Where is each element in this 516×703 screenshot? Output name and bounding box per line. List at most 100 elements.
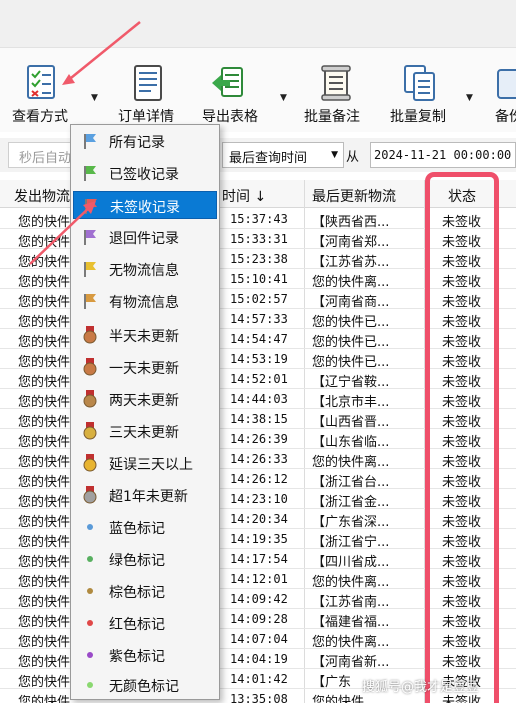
time-cell: 14:53:19 — [230, 352, 288, 366]
export-table-label: 导出表格 — [202, 109, 258, 125]
medal-icon — [83, 486, 97, 504]
time-field-select[interactable]: 最后查询时间 ▼ — [222, 142, 344, 168]
col-header-time[interactable]: 时间 ↓ — [222, 186, 266, 206]
backup-label: 备份 — [495, 109, 516, 125]
sender-cell: 您的快件 — [18, 435, 70, 450]
last-update-cell: 【江苏省南... — [312, 595, 390, 610]
menu-item-label: 所有记录 — [109, 135, 165, 151]
view-mode-menu: 所有记录已签收记录未签收记录退回件记录无物流信息有物流信息半天未更新一天未更新两… — [70, 124, 220, 700]
menu-item[interactable]: 未签收记录 — [73, 191, 217, 219]
flag-icon — [84, 294, 96, 309]
chevron-down-icon[interactable]: ▼ — [280, 93, 287, 103]
sender-cell: 您的快件 — [18, 315, 70, 330]
sender-cell: 您的快件 — [18, 295, 70, 310]
menu-item[interactable]: 无颜色标记 — [73, 671, 217, 699]
sender-cell: 您的快件 — [18, 455, 70, 470]
time-cell: 14:12:01 — [230, 572, 288, 586]
medal-icon — [83, 422, 97, 440]
sender-cell: 您的快件 — [18, 495, 70, 510]
last-update-cell: 您的快件离... — [312, 275, 390, 290]
menu-item[interactable]: 两天未更新 — [73, 385, 217, 413]
menu-item-label: 延误三天以上 — [109, 457, 193, 473]
backup-button[interactable]: 备份 — [490, 48, 516, 132]
last-update-cell: 【河南省郑... — [312, 235, 390, 250]
scroll-icon — [321, 65, 351, 101]
checklist-icon — [27, 65, 55, 99]
menu-item[interactable]: 棕色标记 — [73, 577, 217, 605]
menu-item-label: 半天未更新 — [109, 329, 179, 345]
batch-copy-button[interactable]: 批量复制 ▼ — [386, 48, 478, 132]
medal-icon — [83, 326, 97, 344]
sender-cell: 您的快件 — [18, 275, 70, 290]
time-cell: 15:10:41 — [230, 272, 288, 286]
menu-item[interactable]: 延误三天以上 — [73, 449, 217, 477]
export-table-button[interactable]: 导出表格 ▼ — [198, 48, 294, 132]
chevron-down-icon[interactable]: ▼ — [466, 93, 473, 103]
menu-item[interactable]: 退回件记录 — [73, 223, 217, 251]
menu-item[interactable]: 蓝色标记 — [73, 513, 217, 541]
dot-icon — [87, 620, 93, 626]
menu-item[interactable]: 红色标记 — [73, 609, 217, 637]
menu-item[interactable]: 绿色标记 — [73, 545, 217, 573]
time-cell: 14:44:03 — [230, 392, 288, 406]
time-cell: 14:09:42 — [230, 592, 288, 606]
order-detail-button[interactable]: 订单详情 — [112, 48, 192, 132]
document-icon — [134, 65, 162, 101]
flag-icon — [84, 262, 96, 277]
time-cell: 14:01:42 — [230, 672, 288, 686]
last-update-cell: 您的快件离... — [312, 635, 390, 650]
dot-icon — [87, 524, 93, 530]
toolbar: 查看方式 ▼ 订单详情 导出表格 ▼ 批量备注 批量复制 ▼ 备 — [0, 48, 516, 132]
last-update-cell: 【陕西省西... — [312, 215, 390, 230]
menu-item-label: 有物流信息 — [109, 295, 179, 311]
menu-item-label: 红色标记 — [109, 617, 165, 633]
sender-cell: 您的快件 — [18, 575, 70, 590]
batch-note-button[interactable]: 批量备注 — [300, 48, 376, 132]
chevron-down-icon: ▼ — [331, 150, 338, 160]
sender-cell: 您的快件 — [18, 595, 70, 610]
sender-cell: 您的快件 — [18, 655, 70, 670]
time-cell: 14:52:01 — [230, 372, 288, 386]
last-update-cell: 【北京市丰... — [312, 395, 390, 410]
col-header-sender[interactable]: 发出物流 — [14, 186, 70, 206]
menu-item[interactable]: 有物流信息 — [73, 287, 217, 315]
time-cell: 14:54:47 — [230, 332, 288, 346]
menu-item-label: 超1年未更新 — [109, 489, 188, 505]
menu-item[interactable]: 超1年未更新 — [73, 481, 217, 509]
medal-icon — [83, 390, 97, 408]
time-cell: 14:20:34 — [230, 512, 288, 526]
last-update-cell: 【山东省临... — [312, 435, 390, 450]
from-label: 从 — [346, 150, 360, 165]
time-cell: 14:26:39 — [230, 432, 288, 446]
date-from-input[interactable]: 2024-11-21 00:00:00 — [370, 142, 516, 168]
menu-item[interactable]: 三天未更新 — [73, 417, 217, 445]
col-header-last-update[interactable]: 最后更新物流 — [312, 186, 396, 206]
menu-item[interactable]: 一天未更新 — [73, 353, 217, 381]
sender-cell: 您的快件 — [18, 255, 70, 270]
last-update-cell: 【广东省深... — [312, 515, 390, 530]
menu-item[interactable]: 无物流信息 — [73, 255, 217, 283]
sender-cell: 您的快件 — [18, 615, 70, 630]
menu-item[interactable]: 半天未更新 — [73, 321, 217, 349]
time-cell: 15:33:31 — [230, 232, 288, 246]
chevron-down-icon[interactable]: ▼ — [91, 93, 98, 103]
copy-icon — [404, 65, 435, 101]
last-update-cell: 【浙江省台... — [312, 475, 390, 490]
menu-item-label: 未签收记录 — [110, 200, 180, 216]
menu-item-label: 无物流信息 — [109, 263, 179, 279]
refresh-seconds-input[interactable]: 秒后自动 — [8, 142, 72, 168]
menu-item[interactable]: 紫色标记 — [73, 641, 217, 669]
time-cell: 14:26:33 — [230, 452, 288, 466]
last-update-cell: 您的快件已... — [312, 355, 390, 370]
menu-item[interactable]: 已签收记录 — [73, 159, 217, 187]
order-detail-label: 订单详情 — [118, 109, 174, 125]
menu-item[interactable]: 所有记录 — [73, 127, 217, 155]
window-top-strip — [0, 0, 516, 48]
flag-icon — [85, 199, 97, 214]
dot-icon — [87, 652, 93, 658]
last-update-cell: 【辽宁省鞍... — [312, 375, 390, 390]
last-update-cell: 【河南省商... — [312, 295, 390, 310]
menu-item-label: 无颜色标记 — [109, 679, 179, 695]
last-update-cell: 【河南省新... — [312, 655, 390, 670]
view-mode-button[interactable]: 查看方式 ▼ — [10, 48, 100, 132]
